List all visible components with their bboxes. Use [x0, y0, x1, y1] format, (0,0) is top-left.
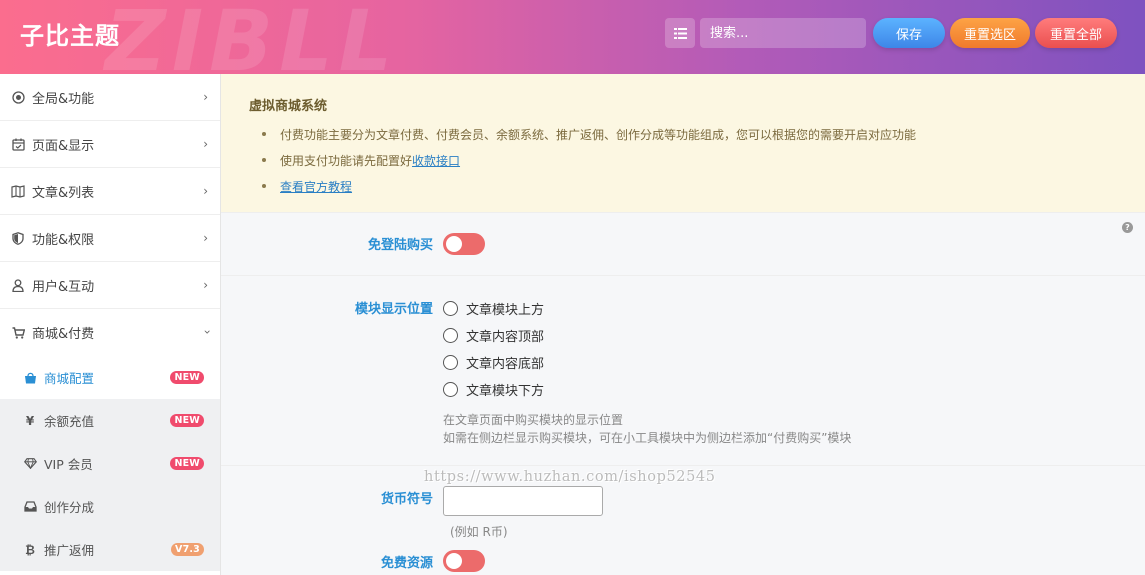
reset-all-button[interactable]: 重置全部 [1035, 18, 1117, 48]
shop-submenu: 商城配置 NEW ¥ 余额充值 NEW VIP 会员 NEW 创作分成 ₿ 推广… [0, 356, 220, 571]
free-resource-toggle[interactable] [443, 550, 485, 572]
setting-row-position: 模块显示位置 文章模块上方 文章内容顶部 文章内容底部 文章模块下方 在文章页面… [221, 276, 1145, 466]
top-header: ZIBLL 子比主题 保存 重置选区 重置全部 [0, 0, 1145, 74]
notice-text: 使用支付功能请先配置好 [280, 154, 413, 168]
official-tutorial-link[interactable]: 查看官方教程 [280, 180, 352, 194]
shield-icon [11, 231, 25, 245]
submenu-item-label: 推广返佣 [44, 543, 95, 558]
sidebar-item-global[interactable]: 全局&功能 › [0, 74, 220, 121]
main-content: 虚拟商城系统 付费功能主要分为文章付费、付费会员、余额系统、推广返佣、创作分成等… [221, 74, 1145, 575]
expand-menu-button[interactable] [665, 18, 695, 48]
help-icon[interactable]: ? [1122, 222, 1133, 233]
option-label: 文章模块上方 [466, 303, 545, 318]
inbox-icon [23, 501, 37, 512]
submenu-item-referral[interactable]: ₿ 推广返佣 V7.3 [0, 528, 220, 571]
sidebar-item-label: 商城&付费 [32, 327, 95, 342]
header-actions: 保存 重置选区 重置全部 [665, 18, 1117, 48]
notice-line: 查看官方教程 [249, 178, 1117, 195]
save-button[interactable]: 保存 [873, 18, 945, 48]
radio-icon [443, 301, 458, 316]
setting-label: 免登陆购买 [367, 238, 433, 253]
version-badge: V7.3 [171, 543, 204, 556]
description-line: 在文章页面中购买模块的显示位置 [443, 413, 624, 427]
chevron-down-icon: › [200, 329, 215, 335]
chevron-right-icon: › [203, 90, 208, 104]
sidebar-item-label: 全局&功能 [32, 91, 95, 107]
submenu-item-vip[interactable]: VIP 会员 NEW [0, 442, 220, 485]
radio-icon [443, 382, 458, 397]
search-input[interactable] [700, 18, 866, 48]
sidebar: 全局&功能 › 页面&显示 › 文章&列表 › 功能&权限 › 用户&互动 › … [0, 74, 221, 575]
submenu-item-balance[interactable]: ¥ 余额充值 NEW [0, 399, 220, 442]
position-option[interactable]: 文章模块下方 [443, 376, 851, 403]
currency-symbol-input[interactable] [443, 486, 603, 516]
info-notice: 虚拟商城系统 付费功能主要分为文章付费、付费会员、余额系统、推广返佣、创作分成等… [221, 74, 1145, 213]
notice-line: 使用支付功能请先配置好收款接口 [249, 152, 1117, 169]
position-option[interactable]: 文章内容底部 [443, 349, 851, 376]
bitcoin-icon: ₿ [25, 542, 35, 557]
sidebar-item-label: 页面&显示 [32, 138, 95, 154]
submenu-item-creator-share[interactable]: 创作分成 [0, 485, 220, 528]
description-line: 如需在侧边栏显示购买模块，可在小工具模块中为侧边栏添加“付费购买”模块 [443, 431, 852, 445]
option-label: 文章内容底部 [466, 357, 545, 372]
app-logo: 子比主题 [20, 22, 120, 50]
setting-label: 模块显示位置 [354, 302, 433, 317]
map-icon [11, 184, 25, 198]
option-label: 文章内容顶部 [466, 330, 545, 345]
sidebar-item-label: 文章&列表 [32, 185, 95, 201]
option-label: 文章模块下方 [466, 384, 545, 399]
position-option[interactable]: 文章内容顶部 [443, 322, 851, 349]
user-icon [11, 278, 25, 292]
header-watermark: ZIBLL [105, 0, 399, 74]
submenu-item-label: VIP 会员 [44, 457, 93, 472]
chevron-right-icon: › [203, 137, 208, 151]
notice-title: 虚拟商城系统 [249, 99, 328, 114]
target-icon [11, 90, 25, 104]
radio-icon [443, 355, 458, 370]
notice-list: 付费功能主要分为文章付费、付费会员、余额系统、推广返佣、创作分成等功能组成，您可… [249, 126, 1117, 195]
new-badge: NEW [170, 371, 204, 384]
submenu-item-label: 创作分成 [44, 500, 95, 515]
submenu-item-shop-config[interactable]: 商城配置 NEW [0, 356, 220, 399]
setting-row-guest-buy: 免登陆购买 ? [221, 213, 1145, 276]
new-badge: NEW [170, 414, 204, 427]
calendar-check-icon [11, 137, 25, 151]
notice-line: 付费功能主要分为文章付费、付费会员、余额系统、推广返佣、创作分成等功能组成，您可… [249, 126, 1117, 143]
submenu-item-label: 余额充值 [44, 414, 95, 429]
yen-icon: ¥ [25, 413, 35, 428]
sidebar-item-permissions[interactable]: 功能&权限 › [0, 215, 220, 262]
setting-label: 免费资源 [380, 556, 433, 571]
chevron-right-icon: › [203, 231, 208, 245]
radio-icon [443, 328, 458, 343]
url-watermark: https://www.huzhan.com/ishop52545 [424, 469, 716, 485]
sidebar-item-users[interactable]: 用户&互动 › [0, 262, 220, 309]
sidebar-item-shop[interactable]: 商城&付费 › [0, 309, 220, 356]
sidebar-item-label: 功能&权限 [32, 232, 95, 248]
guest-buy-toggle[interactable] [443, 233, 485, 255]
submenu-item-label: 商城配置 [44, 371, 95, 386]
sidebar-item-label: 用户&互动 [32, 279, 95, 295]
setting-description: 在文章页面中购买模块的显示位置 如需在侧边栏显示购买模块，可在小工具模块中为侧边… [443, 411, 851, 447]
diamond-icon [23, 458, 37, 469]
new-badge: NEW [170, 457, 204, 470]
currency-hint: (例如 R币) [450, 525, 508, 539]
reset-section-button[interactable]: 重置选区 [950, 18, 1030, 48]
shopping-bag-icon [23, 372, 37, 384]
sidebar-item-pages[interactable]: 页面&显示 › [0, 121, 220, 168]
sidebar-item-articles[interactable]: 文章&列表 › [0, 168, 220, 215]
chevron-right-icon: › [203, 278, 208, 292]
payment-interface-link[interactable]: 收款接口 [412, 154, 460, 168]
setting-label: 货币符号 [380, 492, 433, 507]
list-icon [673, 27, 687, 39]
cart-icon [11, 326, 25, 340]
chevron-right-icon: › [203, 184, 208, 198]
position-option[interactable]: 文章模块上方 [443, 295, 851, 322]
